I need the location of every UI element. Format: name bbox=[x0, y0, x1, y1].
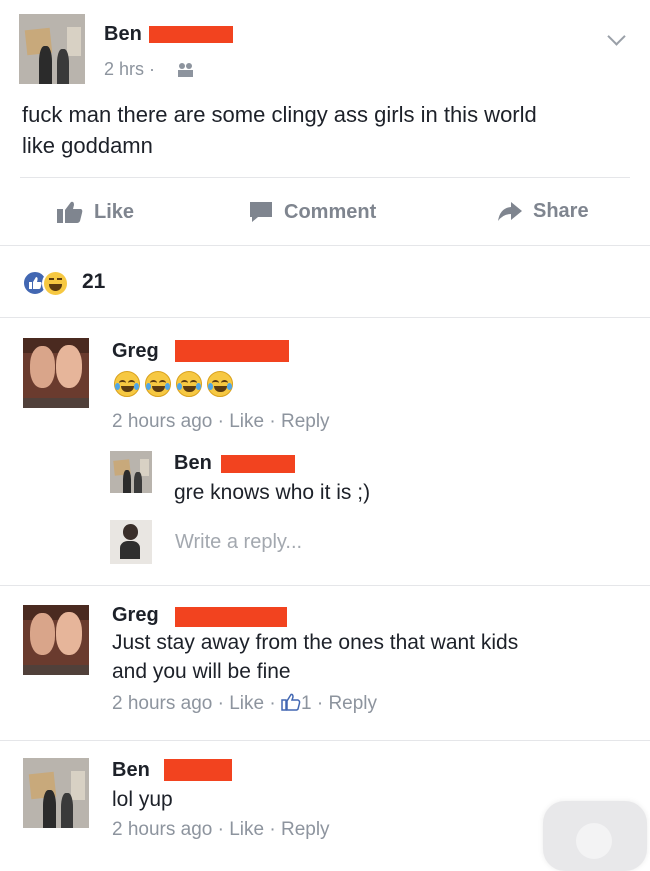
like-button[interactable]: Like bbox=[56, 200, 134, 224]
commenter-name[interactable]: Ben bbox=[112, 759, 150, 782]
divider bbox=[20, 177, 630, 178]
comment-text: Just stay away from the ones that want k… bbox=[112, 631, 519, 683]
laughing-emoji-icon bbox=[114, 371, 140, 397]
comment-button[interactable]: Comment bbox=[248, 200, 376, 224]
redaction-bar bbox=[175, 607, 287, 627]
post-author-name[interactable]: Ben bbox=[104, 23, 142, 46]
friends-audience-icon bbox=[178, 63, 193, 77]
redaction-bar bbox=[149, 26, 233, 43]
commenter-name[interactable]: Greg bbox=[112, 340, 159, 363]
write-reply-input[interactable]: Write a reply... bbox=[175, 531, 302, 554]
post-timestamp[interactable]: 2 hrs · bbox=[104, 59, 155, 80]
comment-meta-prefix: 2 hours ago · Like · bbox=[112, 693, 281, 714]
post-time: 2 hrs bbox=[104, 59, 145, 79]
comment-meta[interactable]: 2 hours ago · Like · 1 · Reply bbox=[112, 693, 377, 715]
reactions-summary[interactable]: 21 bbox=[22, 268, 132, 298]
divider bbox=[0, 317, 650, 318]
commenter-name[interactable]: Greg bbox=[112, 604, 159, 627]
divider bbox=[0, 245, 650, 246]
redaction-bar bbox=[175, 340, 289, 362]
floating-chat-button[interactable] bbox=[543, 801, 647, 871]
laughing-emoji-icon bbox=[207, 371, 233, 397]
share-button[interactable]: Share bbox=[497, 200, 589, 223]
reply-text: gre knows who it is ;) bbox=[174, 481, 371, 504]
meta-separator: · bbox=[149, 59, 156, 79]
comment-text: lol yup bbox=[112, 788, 173, 811]
commenter-avatar-ben[interactable] bbox=[23, 758, 89, 828]
post-options-chevron-icon[interactable] bbox=[607, 27, 626, 46]
comment-meta[interactable]: 2 hours ago · Like · Reply bbox=[112, 411, 330, 433]
post-text: fuck man there are some clingy ass girls… bbox=[22, 102, 537, 158]
share-label: Share bbox=[533, 200, 589, 222]
thumbs-up-icon bbox=[57, 201, 83, 223]
laughing-emoji-row bbox=[112, 371, 242, 399]
divider bbox=[0, 585, 650, 586]
comment-meta[interactable]: 2 hours ago · Like · Reply bbox=[112, 819, 330, 841]
comment-icon bbox=[250, 202, 272, 222]
current-user-avatar bbox=[110, 520, 152, 564]
laughing-emoji-icon bbox=[145, 371, 171, 397]
comment-like-count: 1 bbox=[300, 693, 312, 714]
comment-label: Comment bbox=[284, 200, 377, 223]
redaction-bar bbox=[164, 759, 232, 781]
laughing-emoji-icon bbox=[176, 371, 202, 397]
reaction-count: 21 bbox=[82, 270, 106, 293]
haha-reaction-icon bbox=[42, 270, 69, 297]
reply-author-avatar[interactable] bbox=[110, 451, 152, 493]
comment-meta-suffix: · Reply bbox=[311, 693, 378, 714]
divider bbox=[0, 740, 650, 741]
redaction-bar bbox=[221, 455, 295, 473]
share-arrow-icon bbox=[498, 201, 522, 221]
like-label: Like bbox=[94, 200, 135, 223]
post-author-avatar[interactable] bbox=[19, 14, 85, 84]
reply-author-name[interactable]: Ben bbox=[174, 452, 212, 475]
commenter-avatar-greg[interactable] bbox=[23, 605, 89, 675]
thumbs-up-outline-icon bbox=[281, 693, 301, 711]
commenter-avatar-greg[interactable] bbox=[23, 338, 89, 408]
